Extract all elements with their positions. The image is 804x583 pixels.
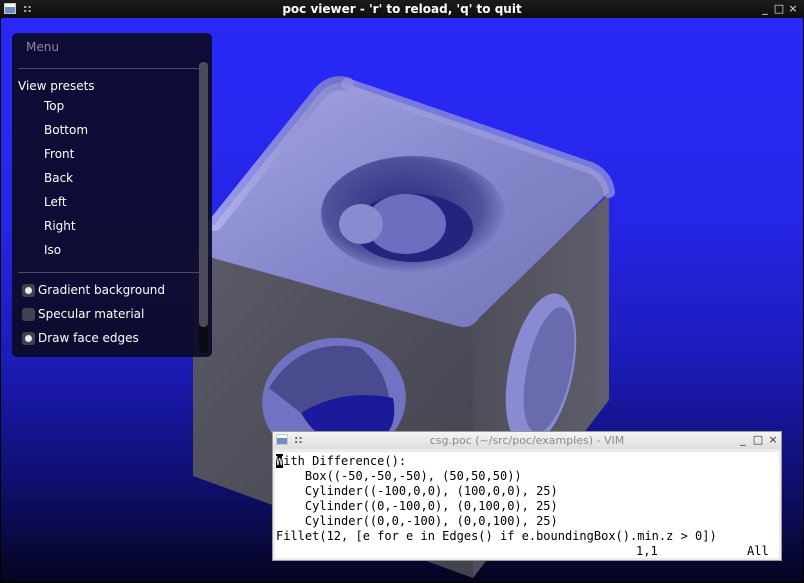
vim-title: csg.poc (~/src/poc/examples) - VIM [429,434,625,447]
preset-bottom[interactable]: Bottom [44,122,88,138]
vim-window: :: csg.poc (~/src/poc/examples) - VIM _ … [272,431,782,561]
specular-material-label[interactable]: Specular material [38,306,144,322]
gradient-background-checkbox[interactable] [22,284,35,297]
preset-right[interactable]: Right [44,218,76,234]
vim-titlebar[interactable]: :: csg.poc (~/src/poc/examples) - VIM _ … [273,432,781,449]
code-line-2: Box((-50,-50,-50), (50,50,50)) [276,469,522,483]
preset-back[interactable]: Back [44,170,73,186]
draw-face-edges-checkbox[interactable] [22,332,35,345]
vim-editor[interactable]: With Difference(): Box((-50,-50,-50), (5… [275,452,779,558]
window-title: poc viewer - 'r' to reload, 'q' to quit [282,2,522,16]
preset-front[interactable]: Front [44,146,74,162]
code-line-text: ith Difference(): [283,454,407,468]
draw-face-edges-label[interactable]: Draw face edges [38,330,139,346]
scroll-indicator: All [747,544,769,558]
menu-panel: Menu View presets Top Bottom Front Back … [12,33,212,357]
maximize-button[interactable]: □ [752,433,764,447]
code-line-4: Cylinder((0,-100,0), (0,100,0), 25) [276,499,558,513]
view-presets-label: View presets [18,79,95,93]
close-button[interactable]: × [787,2,799,16]
minimize-button[interactable]: _ [759,2,771,16]
main-window: :: poc viewer - 'r' to reload, 'q' to qu… [0,0,804,583]
close-button[interactable]: × [767,433,779,447]
specular-material-checkbox[interactable] [22,308,35,321]
preset-left[interactable]: Left [44,194,67,210]
code-line-3: Cylinder((-100,0,0), (100,0,0), 25) [276,484,558,498]
maximize-button[interactable]: □ [773,2,785,16]
code-line-1: With Difference(): [276,454,406,469]
code-line-6: Fillet(12, [e for e in Edges() if e.boun… [276,529,717,543]
menu-scrollbar-thumb[interactable] [199,62,208,327]
main-titlebar[interactable]: :: poc viewer - 'r' to reload, 'q' to qu… [0,0,804,18]
menu-scrollbar[interactable] [199,61,208,353]
gradient-background-label[interactable]: Gradient background [38,282,165,298]
menu-divider [18,68,202,69]
menu-header[interactable]: Menu [26,39,59,55]
preset-iso[interactable]: Iso [44,242,61,258]
cursor-position: 1,1 [636,544,658,558]
minimize-button[interactable]: _ [737,433,749,447]
menu-divider [18,272,202,273]
preset-top[interactable]: Top [44,98,64,114]
code-line-5: Cylinder((0,0,-100), (0,0,100), 25) [276,514,558,528]
